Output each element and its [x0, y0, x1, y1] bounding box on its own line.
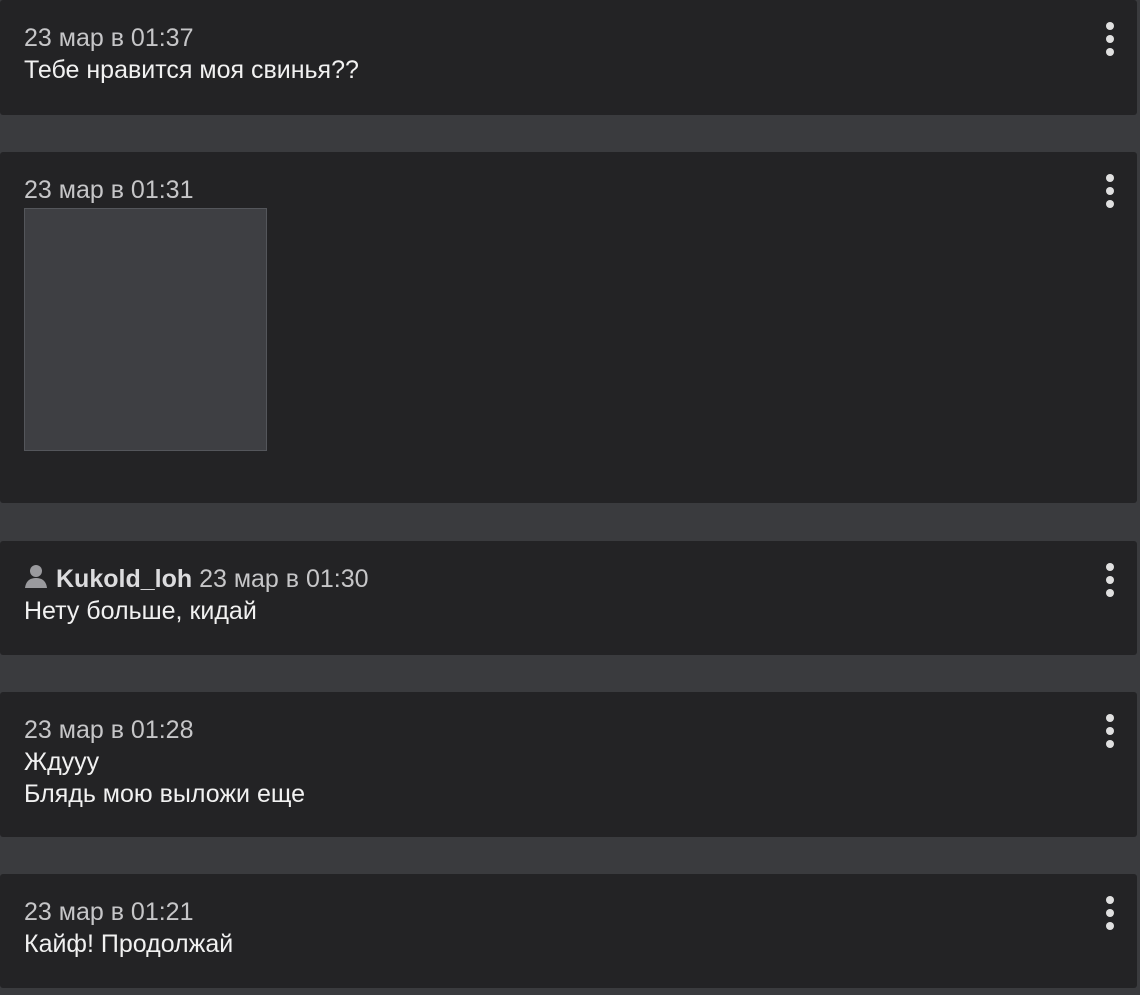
message-card: 23 мар в 01:28 Ждууу Блядь мою выложи ещ… [0, 692, 1137, 837]
more-vertical-icon[interactable] [1103, 22, 1117, 56]
message-card: Kukold_loh 23 мар в 01:30 Нету больше, к… [0, 541, 1137, 655]
message-card: 23 мар в 01:31 [0, 152, 1137, 503]
message-timestamp: 23 мар в 01:30 [199, 565, 369, 593]
message-header: Kukold_loh 23 мар в 01:30 [24, 563, 1113, 595]
photo-attachment-placeholder[interactable] [24, 208, 267, 451]
message-timestamp: 23 мар в 01:31 [24, 176, 194, 204]
user-icon [25, 565, 47, 588]
message-text: Ждууу Блядь мою выложи еще [24, 748, 306, 808]
more-vertical-icon[interactable] [1103, 714, 1117, 748]
more-vertical-icon[interactable] [1103, 563, 1117, 597]
more-vertical-icon[interactable] [1103, 896, 1117, 930]
message-feed: 23 мар в 01:37 Тебе нравится моя свинья?… [0, 0, 1140, 995]
message-text: Тебе нравится моя свинья?? [24, 56, 359, 84]
message-card: 23 мар в 01:37 Тебе нравится моя свинья?… [0, 0, 1137, 115]
message-timestamp: 23 мар в 01:21 [24, 898, 194, 926]
message-card: 23 мар в 01:21 Кайф! Продолжай [0, 874, 1137, 988]
message-text: Кайф! Продолжай [24, 930, 234, 958]
message-timestamp: 23 мар в 01:37 [24, 24, 194, 52]
message-timestamp: 23 мар в 01:28 [24, 716, 194, 744]
message-author[interactable]: Kukold_loh [56, 565, 192, 593]
message-text: Нету больше, кидай [24, 597, 257, 625]
more-vertical-icon[interactable] [1103, 174, 1117, 208]
